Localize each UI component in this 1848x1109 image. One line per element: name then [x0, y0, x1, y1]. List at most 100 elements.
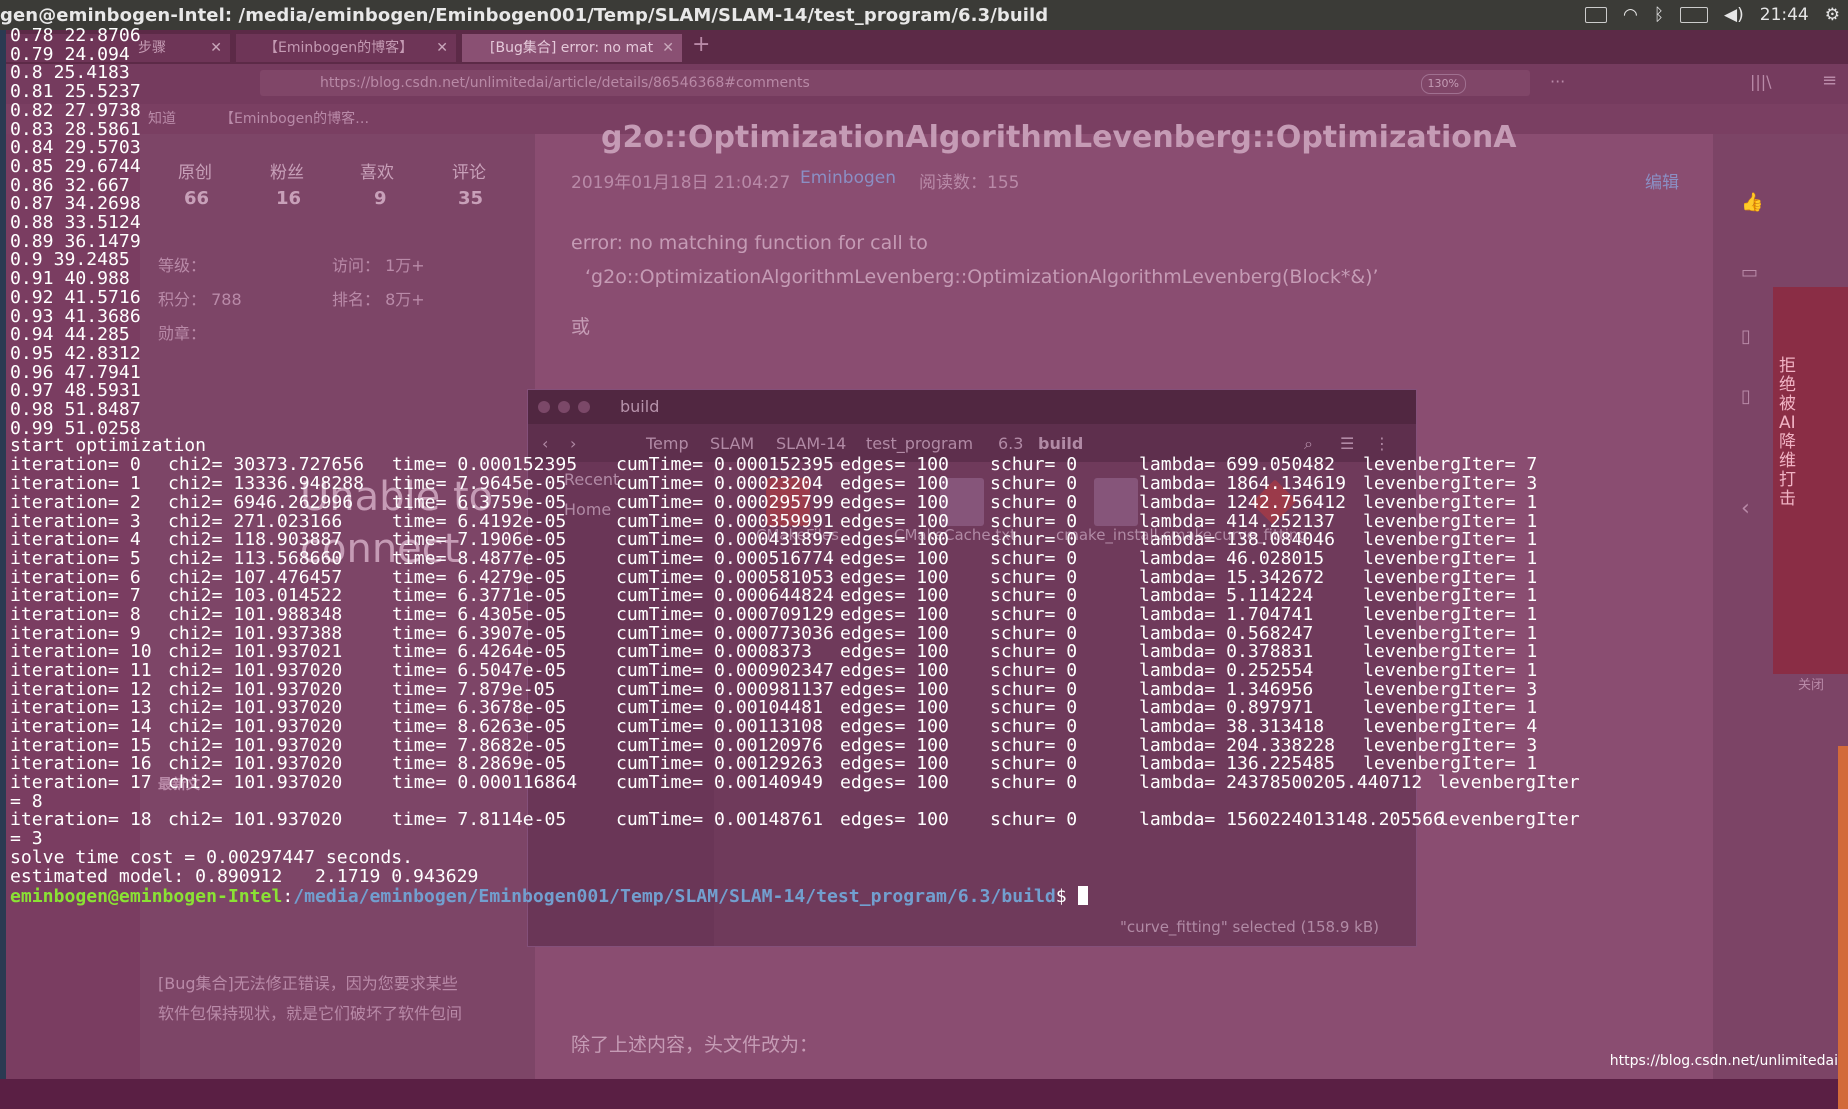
top-panel: gen@eminbogen-Intel: /media/eminbogen/Em…: [0, 0, 1848, 30]
iteration-lambda: lambda= 5.114224: [1139, 585, 1314, 606]
iteration-time: time= 0.000116864: [392, 772, 578, 793]
bluetooth-icon[interactable]: ᛒ: [1654, 5, 1664, 25]
iteration-it: iteration= 8: [10, 604, 141, 625]
window-title: gen@eminbogen-Intel: /media/eminbogen/Em…: [0, 4, 1049, 26]
iteration-it: iteration= 16: [10, 753, 152, 774]
volume-icon[interactable]: ◀): [1724, 5, 1744, 25]
clock[interactable]: 21:44: [1760, 5, 1809, 25]
iteration-edges: edges= 100: [840, 454, 949, 475]
iteration-lambda: lambda= 138.084046: [1139, 529, 1336, 550]
iteration-chi: chi2= 30373.727656: [168, 454, 365, 475]
iteration-cum: cumTime= 0.00104481: [616, 697, 823, 718]
iteration-lambda: lambda= 1864.134619: [1139, 473, 1346, 494]
iteration-edges: edges= 100: [840, 585, 949, 606]
iteration-lambda: lambda= 136.225485: [1139, 753, 1336, 774]
iteration-edges: edges= 100: [840, 548, 949, 569]
iteration-edges: edges= 100: [840, 697, 949, 718]
iteration-lambda: lambda= 38.313418: [1139, 716, 1325, 737]
gear-icon[interactable]: ⚙: [1825, 5, 1840, 25]
watermark: https://blog.csdn.net/unlimitedai: [1609, 1053, 1838, 1069]
shell-prompt[interactable]: eminbogen@eminbogen-Intel:/media/eminbog…: [10, 886, 1088, 907]
iteration-cum: cumTime= 0.0008373: [616, 641, 813, 662]
iteration-chi: chi2= 6946.262996: [168, 492, 354, 513]
output-line: 0.82 27.9738: [10, 99, 141, 121]
output-line: 0.92 41.5716: [10, 286, 141, 308]
iteration-time: time= 8.6263e-05: [392, 716, 567, 737]
iteration-lambda: lambda= 0.897971: [1139, 697, 1314, 718]
iteration-cum: cumTime= 0.00129263: [616, 753, 823, 774]
iteration-cum: cumTime= 0.000295799: [616, 492, 834, 513]
iteration-edges: edges= 100: [840, 492, 949, 513]
iteration-edges: edges= 100: [840, 641, 949, 662]
keyboard-icon[interactable]: [1584, 7, 1607, 23]
estimated-model-line: estimated model: 0.890912 2.1719 0.94362…: [10, 866, 479, 887]
battery-icon[interactable]: [1680, 7, 1709, 23]
iteration-schur: schur= 0: [990, 716, 1078, 737]
iteration-chi: chi2= 101.937021: [168, 641, 343, 662]
iteration-it: iteration= 4: [10, 529, 141, 550]
iteration-edges: edges= 100: [840, 473, 949, 494]
terminal[interactable]: 0.78 22.8706 0.79 24.094 0.8 25.4183 0.81 2…: [0, 25, 1848, 1079]
iteration-schur: schur= 0: [990, 548, 1078, 569]
iteration-edges: edges= 100: [840, 529, 949, 550]
iteration-lev: levenbergIter= 3: [1363, 473, 1538, 494]
iteration-it: iteration= 14: [10, 716, 152, 737]
iteration-edges: edges= 100: [840, 772, 949, 793]
iteration-lev: levenbergIter= 1: [1363, 548, 1538, 569]
iteration-time: time= 6.5047e-05: [392, 660, 567, 681]
iteration-cum: cumTime= 0.00023204: [616, 473, 823, 494]
iteration-cum: cumTime= 0.000516774: [616, 548, 834, 569]
iteration-chi: chi2= 118.903887: [168, 529, 343, 550]
output-line: 0.85 29.6744: [10, 155, 141, 177]
iteration-time: time= 6.3678e-05: [392, 697, 567, 718]
iteration-chi: chi2= 113.568660: [168, 548, 343, 569]
iteration-time: time= 6.4305e-05: [392, 604, 567, 625]
iteration-lev: levenbergIter= 1: [1363, 697, 1538, 718]
iteration-lev: levenbergIter= 1: [1363, 660, 1538, 681]
prompt-path: /media/eminbogen/Eminbogen001/Temp/SLAM/…: [293, 886, 1056, 907]
iteration-edges: edges= 100: [840, 809, 949, 830]
iteration-schur: schur= 0: [990, 604, 1078, 625]
iteration-edges: edges= 100: [840, 753, 949, 774]
iteration-time: time= 8.2869e-05: [392, 753, 567, 774]
iteration-it: iteration= 10: [10, 641, 152, 662]
iteration-chi: chi2= 101.937020: [168, 716, 343, 737]
iteration-time: time= 0.000152395: [392, 454, 578, 475]
iteration-it: iteration= 18: [10, 809, 152, 830]
iteration-lambda: lambda= 1.704741: [1139, 604, 1314, 625]
iteration-lambda: lambda= 0.252554: [1139, 660, 1314, 681]
iteration-it: iteration= 17: [10, 772, 152, 793]
iteration-cum: cumTime= 0.00140949: [616, 772, 823, 793]
iteration-lev: levenbergIter: [1438, 809, 1580, 830]
output-line: 0.88 33.5124: [10, 212, 141, 233]
iteration-time: time= 6.3771e-05: [392, 585, 567, 606]
prompt-user: eminbogen@eminbogen-Intel: [10, 886, 283, 907]
iteration-it: iteration= 1: [10, 473, 141, 494]
iteration-lev: levenbergIter= 4: [1363, 716, 1538, 737]
iteration-lambda: lambda= 1242.756412: [1139, 492, 1346, 513]
iteration-lambda: lambda= 24378500205.440712: [1139, 772, 1423, 793]
wrap-line: = 8: [10, 791, 43, 812]
iteration-chi: chi2= 103.014522: [168, 585, 343, 606]
iteration-schur: schur= 0: [990, 492, 1078, 513]
iteration-edges: edges= 100: [840, 716, 949, 737]
iteration-it: iteration= 0: [10, 454, 141, 475]
iteration-schur: schur= 0: [990, 697, 1078, 718]
iteration-cum: cumTime= 0.000902347: [616, 660, 834, 681]
iteration-time: time= 7.1906e-05: [392, 529, 567, 550]
iteration-chi: chi2= 101.988348: [168, 604, 343, 625]
iteration-chi: chi2= 101.937020: [168, 697, 343, 718]
iteration-chi: chi2= 101.937020: [168, 753, 343, 774]
solve-time-line: solve time cost = 0.00297447 seconds.: [10, 847, 414, 868]
wrap-line: = 3: [10, 828, 43, 849]
iteration-lev: levenbergIter= 1: [1363, 641, 1538, 662]
iteration-schur: schur= 0: [990, 529, 1078, 550]
iteration-it: iteration= 2: [10, 492, 141, 513]
iteration-schur: schur= 0: [990, 454, 1078, 475]
iteration-lev: levenbergIter= 1: [1363, 604, 1538, 625]
wifi-icon[interactable]: ◠: [1623, 5, 1638, 25]
iteration-time: time= 6.3759e-05: [392, 492, 567, 513]
iteration-lev: levenbergIter= 7: [1363, 454, 1538, 475]
iteration-edges: edges= 100: [840, 604, 949, 625]
output-line: 0.78 22.8706: [10, 25, 141, 46]
